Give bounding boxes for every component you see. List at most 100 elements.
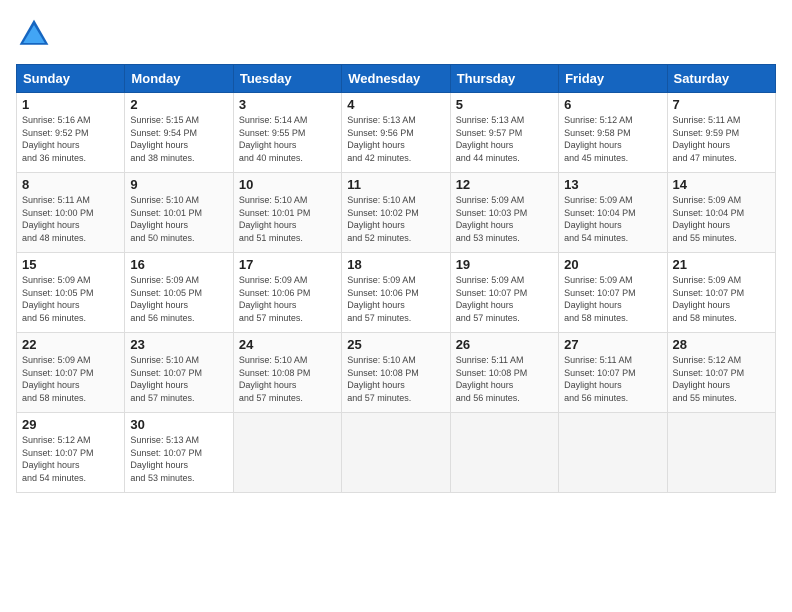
day-cell-5: 5 Sunrise: 5:13 AMSunset: 9:57 PMDaylight… <box>450 93 558 173</box>
day-info: Sunrise: 5:10 AMSunset: 10:01 PMDaylight… <box>239 194 336 244</box>
day-info: Sunrise: 5:10 AMSunset: 10:01 PMDaylight… <box>130 194 227 244</box>
day-number: 12 <box>456 177 553 192</box>
day-cell-3: 3Sunrise: 5:14 AMSunset: 9:55 PMDaylight… <box>233 93 341 173</box>
day-info: Sunrise: 5:11 AMSunset: 9:59 PMDaylight … <box>673 114 770 164</box>
empty-cell <box>667 413 775 493</box>
day-cell-10: 10 Sunrise: 5:10 AMSunset: 10:01 PMDaylig… <box>233 173 341 253</box>
day-cell-27: 27 Sunrise: 5:11 AMSunset: 10:07 PMDaylig… <box>559 333 667 413</box>
logo-icon <box>16 16 52 52</box>
day-number: 10 <box>239 177 336 192</box>
day-cell-23: 23 Sunrise: 5:10 AMSunset: 10:07 PMDaylig… <box>125 333 233 413</box>
day-info: Sunrise: 5:09 AMSunset: 10:04 PMDaylight… <box>673 194 770 244</box>
day-info: Sunrise: 5:09 AMSunset: 10:04 PMDaylight… <box>564 194 661 244</box>
calendar: Sunday Monday Tuesday Wednesday Thursday… <box>16 64 776 493</box>
day-cell-19: 19Sunrise: 5:09 AMSunset: 10:07 PMDaylig… <box>450 253 558 333</box>
day-cell-6: 6 Sunrise: 5:12 AMSunset: 9:58 PMDaylight… <box>559 93 667 173</box>
day-number: 9 <box>130 177 227 192</box>
day-number: 20 <box>564 257 661 272</box>
day-info: Sunrise: 5:11 AMSunset: 10:07 PMDaylight… <box>564 354 661 404</box>
day-info: Sunrise: 5:09 AMSunset: 10:07 PMDaylight… <box>564 274 661 324</box>
day-cell-15: 15 Sunrise: 5:09 AMSunset: 10:05 PMDaylig… <box>17 253 125 333</box>
day-number: 17 <box>239 257 336 272</box>
day-cell-1: 1 Sunrise: 5:16 AMSunset: 9:52 PMDaylight… <box>17 93 125 173</box>
day-info: Sunrise: 5:11 AMSunset: 10:00 PMDaylight… <box>22 194 119 244</box>
day-number: 15 <box>22 257 119 272</box>
day-cell-28: 28Sunrise: 5:12 AMSunset: 10:07 PMDaylig… <box>667 333 775 413</box>
col-wednesday: Wednesday <box>342 65 450 93</box>
day-info: Sunrise: 5:13 AMSunset: 9:57 PMDaylight … <box>456 114 553 164</box>
day-info: Sunrise: 5:12 AMSunset: 10:07 PMDaylight… <box>22 434 119 484</box>
day-info: Sunrise: 5:09 AMSunset: 10:05 PMDaylight… <box>22 274 119 324</box>
day-cell-17: 17 Sunrise: 5:09 AMSunset: 10:06 PMDaylig… <box>233 253 341 333</box>
day-number: 16 <box>130 257 227 272</box>
col-monday: Monday <box>125 65 233 93</box>
day-number: 2 <box>130 97 227 112</box>
day-cell-18: 18Sunrise: 5:09 AMSunset: 10:06 PMDaylig… <box>342 253 450 333</box>
day-info: Sunrise: 5:12 AMSunset: 10:07 PMDaylight… <box>673 354 770 404</box>
day-number: 23 <box>130 337 227 352</box>
col-thursday: Thursday <box>450 65 558 93</box>
day-number: 18 <box>347 257 444 272</box>
week-row-1: 1 Sunrise: 5:16 AMSunset: 9:52 PMDaylight… <box>17 93 776 173</box>
day-number: 6 <box>564 97 661 112</box>
day-cell-29: 29 Sunrise: 5:12 AMSunset: 10:07 PMDaylig… <box>17 413 125 493</box>
day-info: Sunrise: 5:10 AMSunset: 10:07 PMDaylight… <box>130 354 227 404</box>
day-cell-22: 22 Sunrise: 5:09 AMSunset: 10:07 PMDaylig… <box>17 333 125 413</box>
empty-cell <box>233 413 341 493</box>
day-cell-21: 21Sunrise: 5:09 AMSunset: 10:07 PMDaylig… <box>667 253 775 333</box>
day-number: 27 <box>564 337 661 352</box>
day-cell-26: 26 Sunrise: 5:11 AMSunset: 10:08 PMDaylig… <box>450 333 558 413</box>
day-cell-16: 16 Sunrise: 5:09 AMSunset: 10:05 PMDaylig… <box>125 253 233 333</box>
day-cell-30: 30Sunrise: 5:13 AMSunset: 10:07 PMDaylig… <box>125 413 233 493</box>
day-info: Sunrise: 5:13 AMSunset: 9:56 PMDaylight … <box>347 114 444 164</box>
day-number: 22 <box>22 337 119 352</box>
day-info: Sunrise: 5:10 AMSunset: 10:02 PMDaylight… <box>347 194 444 244</box>
day-cell-8: 8 Sunrise: 5:11 AMSunset: 10:00 PMDayligh… <box>17 173 125 253</box>
day-cell-14: 14Sunrise: 5:09 AMSunset: 10:04 PMDaylig… <box>667 173 775 253</box>
col-saturday: Saturday <box>667 65 775 93</box>
day-cell-4: 4 Sunrise: 5:13 AMSunset: 9:56 PMDaylight… <box>342 93 450 173</box>
day-number: 24 <box>239 337 336 352</box>
day-number: 25 <box>347 337 444 352</box>
day-number: 21 <box>673 257 770 272</box>
col-sunday: Sunday <box>17 65 125 93</box>
day-info: Sunrise: 5:09 AMSunset: 10:07 PMDaylight… <box>22 354 119 404</box>
day-number: 8 <box>22 177 119 192</box>
day-number: 13 <box>564 177 661 192</box>
day-info: Sunrise: 5:09 AMSunset: 10:06 PMDaylight… <box>239 274 336 324</box>
week-row-4: 22 Sunrise: 5:09 AMSunset: 10:07 PMDaylig… <box>17 333 776 413</box>
day-number: 4 <box>347 97 444 112</box>
col-tuesday: Tuesday <box>233 65 341 93</box>
day-info: Sunrise: 5:12 AMSunset: 9:58 PMDaylight … <box>564 114 661 164</box>
day-number: 19 <box>456 257 553 272</box>
logo <box>16 16 58 52</box>
week-row-5: 29 Sunrise: 5:12 AMSunset: 10:07 PMDaylig… <box>17 413 776 493</box>
day-info: Sunrise: 5:09 AMSunset: 10:05 PMDaylight… <box>130 274 227 324</box>
empty-cell <box>450 413 558 493</box>
empty-cell <box>342 413 450 493</box>
day-cell-12: 12 Sunrise: 5:09 AMSunset: 10:03 PMDaylig… <box>450 173 558 253</box>
day-cell-7: 7Sunrise: 5:11 AMSunset: 9:59 PMDaylight… <box>667 93 775 173</box>
day-number: 1 <box>22 97 119 112</box>
day-info: Sunrise: 5:10 AMSunset: 10:08 PMDaylight… <box>347 354 444 404</box>
day-cell-2: 2 Sunrise: 5:15 AMSunset: 9:54 PMDaylight… <box>125 93 233 173</box>
day-info: Sunrise: 5:15 AMSunset: 9:54 PMDaylight … <box>130 114 227 164</box>
calendar-body: 1 Sunrise: 5:16 AMSunset: 9:52 PMDaylight… <box>17 93 776 493</box>
day-number: 26 <box>456 337 553 352</box>
day-cell-24: 24 Sunrise: 5:10 AMSunset: 10:08 PMDaylig… <box>233 333 341 413</box>
day-cell-9: 9 Sunrise: 5:10 AMSunset: 10:01 PMDayligh… <box>125 173 233 253</box>
day-cell-20: 20 Sunrise: 5:09 AMSunset: 10:07 PMDaylig… <box>559 253 667 333</box>
week-row-2: 8 Sunrise: 5:11 AMSunset: 10:00 PMDayligh… <box>17 173 776 253</box>
day-info: Sunrise: 5:16 AMSunset: 9:52 PMDaylight … <box>22 114 119 164</box>
day-info: Sunrise: 5:09 AMSunset: 10:03 PMDaylight… <box>456 194 553 244</box>
day-number: 29 <box>22 417 119 432</box>
day-cell-11: 11 Sunrise: 5:10 AMSunset: 10:02 PMDaylig… <box>342 173 450 253</box>
day-number: 11 <box>347 177 444 192</box>
day-number: 30 <box>130 417 227 432</box>
day-cell-25: 25 Sunrise: 5:10 AMSunset: 10:08 PMDaylig… <box>342 333 450 413</box>
day-info: Sunrise: 5:11 AMSunset: 10:08 PMDaylight… <box>456 354 553 404</box>
empty-cell <box>559 413 667 493</box>
day-number: 5 <box>456 97 553 112</box>
week-row-3: 15 Sunrise: 5:09 AMSunset: 10:05 PMDaylig… <box>17 253 776 333</box>
day-info: Sunrise: 5:10 AMSunset: 10:08 PMDaylight… <box>239 354 336 404</box>
